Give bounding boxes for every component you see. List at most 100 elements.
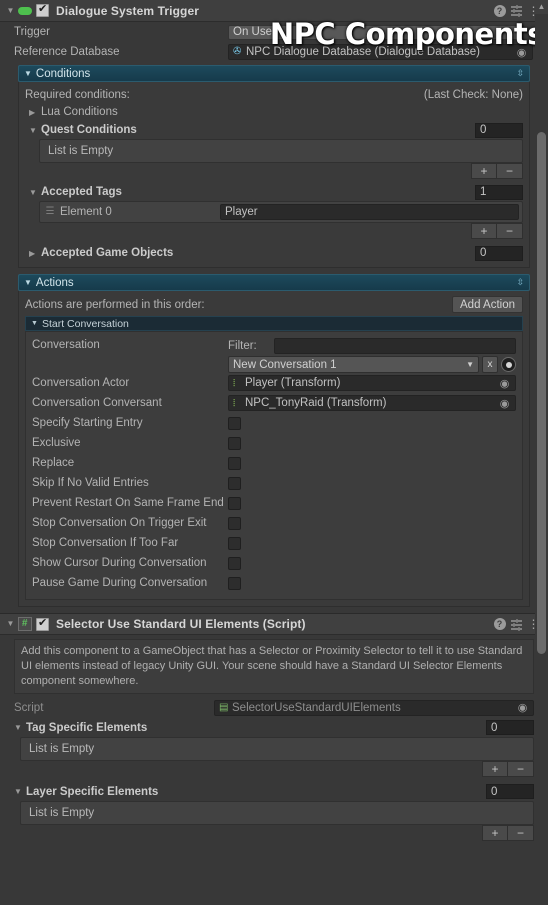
help-box: Add this component to a GameObject that … (14, 639, 534, 694)
tag-element-value-field[interactable]: Player (220, 204, 519, 220)
component-enabled-checkbox[interactable] (36, 617, 49, 631)
toggle-checkbox[interactable] (228, 436, 241, 450)
conversation-conversant-field[interactable]: ⦙ NPC_TonyRaid (Transform) ◉ (228, 395, 516, 411)
accepted-tags-arrow-icon[interactable]: ▼ (29, 188, 41, 197)
accepted-game-objects-row[interactable]: ▶ Accepted Game Objects 0 (25, 244, 523, 262)
quest-conditions-row[interactable]: ▼ Quest Conditions 0 (25, 121, 523, 139)
toggle-checkbox[interactable] (228, 536, 241, 550)
actions-body: Actions are performed in this order: Add… (18, 291, 530, 607)
conversation-target-icon[interactable] (501, 357, 516, 372)
conversation-actor-label: Conversation Actor (32, 377, 130, 389)
accepted-tags-row[interactable]: ▼ Accepted Tags 1 (25, 183, 523, 201)
help-icon[interactable]: ? (491, 613, 508, 635)
foldout-arrow-icon[interactable]: ▼ (4, 0, 17, 22)
actions-order-label: Actions are performed in this order: (25, 298, 205, 311)
start-conversation-foldout[interactable]: ▼ Start Conversation (25, 316, 523, 331)
toggle-label: Skip If No Valid Entries (32, 477, 149, 489)
tag-element-row[interactable]: ☰ Element 0 Player (39, 201, 523, 223)
tag-specific-arrow-icon[interactable]: ▼ (14, 723, 26, 732)
quest-conditions-count[interactable]: 0 (475, 122, 523, 138)
conditions-foldout-header[interactable]: ▼ Conditions ⇳ (18, 65, 530, 82)
actions-reorder-icon[interactable]: ⇳ (516, 278, 524, 287)
foldout-arrow-icon[interactable]: ▼ (4, 613, 17, 635)
toggle-checkbox[interactable] (228, 496, 241, 510)
quest-conditions-list-buttons: + − (39, 163, 523, 181)
tag-specific-elements-row[interactable]: ▼ Tag Specific Elements 0 (14, 718, 534, 737)
actions-title: Actions (35, 276, 74, 289)
conversation-actor-field[interactable]: ⦙ Player (Transform) ◉ (228, 375, 516, 391)
required-conditions-row: Required conditions: (Last Check: None) (25, 86, 523, 103)
tags-add-button[interactable]: + (471, 223, 497, 239)
tag-specific-add-button[interactable]: + (482, 761, 508, 777)
layer-specific-count[interactable]: 0 (486, 784, 534, 799)
filter-input[interactable] (274, 337, 516, 354)
dialogue-capsule-icon (17, 3, 32, 18)
script-field[interactable]: ▤ SelectorUseStandardUIElements ◉ (214, 699, 534, 716)
preset-sliders-icon (511, 618, 522, 631)
quest-conditions-empty-list: List is Empty (39, 139, 523, 163)
quest-conditions-arrow-icon[interactable]: ▼ (29, 126, 41, 135)
conversation-value: New Conversation 1 (233, 358, 337, 371)
conditions-body: Required conditions: (Last Check: None) … (18, 82, 530, 268)
script-value: SelectorUseStandardUIElements (232, 701, 401, 714)
accepted-game-objects-label: Accepted Game Objects (41, 247, 174, 259)
toggle-row: Show Cursor During Conversation (32, 553, 516, 573)
toggle-label: Show Cursor During Conversation (32, 557, 207, 569)
add-action-button[interactable]: Add Action (452, 296, 523, 313)
toggle-checkbox[interactable] (228, 476, 241, 490)
toggle-checkbox[interactable] (228, 556, 241, 570)
toggle-row: Prevent Restart On Same Frame End (32, 493, 516, 513)
toggle-row: Stop Conversation If Too Far (32, 533, 516, 553)
script-row: Script ▤ SelectorUseStandardUIElements ◉ (14, 697, 534, 718)
tag-specific-count[interactable]: 0 (486, 720, 534, 735)
layer-specific-remove-button[interactable]: − (508, 825, 534, 841)
toggle-checkbox[interactable] (228, 576, 241, 590)
transform-icon: ⦙ (233, 377, 236, 389)
actor-object-picker-icon[interactable]: ◉ (498, 377, 511, 390)
scroll-up-arrow-icon[interactable]: ▲ (537, 2, 546, 11)
tag-specific-list: List is Empty + − (14, 737, 534, 779)
layer-specific-label: Layer Specific Elements (26, 785, 159, 798)
lua-conditions-arrow-icon[interactable]: ▶ (29, 108, 41, 117)
conversant-object-picker-icon[interactable]: ◉ (498, 397, 511, 410)
toggle-checkbox[interactable] (228, 516, 241, 530)
script-object-picker-icon[interactable]: ◉ (516, 701, 529, 714)
script-label: Script (14, 701, 44, 714)
tag-specific-remove-button[interactable]: − (508, 761, 534, 777)
layer-specific-empty-list: List is Empty (20, 801, 534, 825)
accepted-game-objects-count[interactable]: 0 (475, 245, 523, 261)
tag-specific-label: Tag Specific Elements (26, 721, 148, 734)
vertical-scrollbar-thumb[interactable] (537, 132, 546, 654)
vertical-scrollbar-track[interactable] (535, 14, 548, 905)
conditions-reorder-icon[interactable]: ⇳ (516, 69, 524, 78)
conditions-title: Conditions (35, 67, 91, 80)
quest-add-button[interactable]: + (471, 163, 497, 179)
component-enabled-checkbox[interactable] (36, 3, 49, 17)
toggle-checkbox[interactable] (228, 456, 241, 470)
lua-conditions-row[interactable]: ▶ Lua Conditions (25, 103, 523, 121)
layer-specific-arrow-icon[interactable]: ▼ (14, 787, 26, 796)
accepted-tags-count[interactable]: 1 (475, 184, 523, 200)
actions-foldout-header[interactable]: ▼ Actions ⇳ (18, 274, 530, 291)
component-title: Dialogue System Trigger (56, 3, 200, 18)
accepted-tags-list-buttons: + − (39, 223, 523, 241)
component-header-selector-use-standard-ui-elements[interactable]: ▼ # Selector Use Standard UI Elements (S… (0, 613, 548, 635)
filter-label: Filter: (228, 339, 257, 352)
toggle-label: Prevent Restart On Same Frame End (32, 497, 224, 509)
drag-handle-icon[interactable]: ☰ (40, 207, 60, 217)
required-conditions-label: Required conditions: (25, 88, 130, 101)
toggle-row: Pause Game During Conversation (32, 573, 516, 593)
preset-icon[interactable] (508, 613, 525, 635)
tags-remove-button[interactable]: − (497, 223, 523, 239)
conversation-clear-button[interactable]: x (482, 356, 498, 373)
conversation-dropdown[interactable]: New Conversation 1 ▼ (228, 356, 479, 373)
start-conversation-title: Start Conversation (41, 317, 129, 330)
database-icon: ✇ (233, 46, 242, 57)
quest-remove-button[interactable]: − (497, 163, 523, 179)
accepted-game-objects-arrow-icon[interactable]: ▶ (29, 249, 41, 258)
layer-specific-elements-row[interactable]: ▼ Layer Specific Elements 0 (14, 782, 534, 801)
unity-inspector-panel: ▼ Dialogue System Trigger ? ⋮ Trigger On… (0, 0, 548, 905)
toggle-checkbox[interactable] (228, 416, 241, 430)
component-2-body: Add this component to a GameObject that … (0, 635, 548, 843)
layer-specific-add-button[interactable]: + (482, 825, 508, 841)
